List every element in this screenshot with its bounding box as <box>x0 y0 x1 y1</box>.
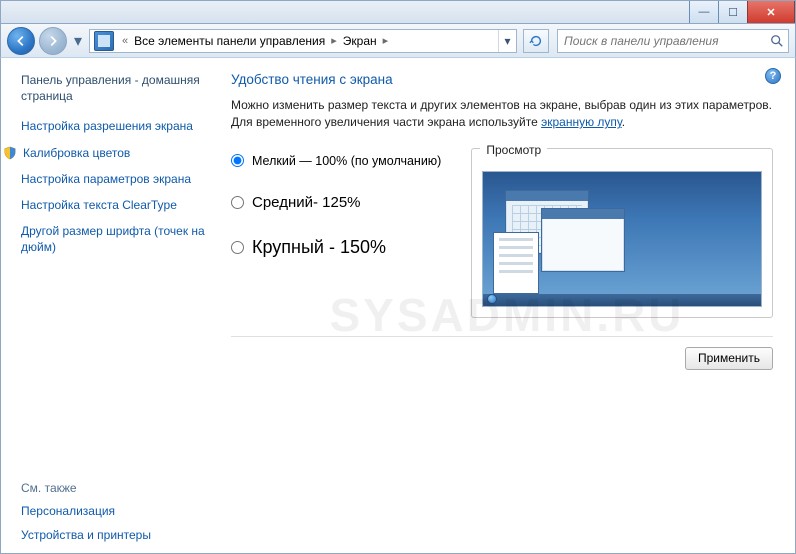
sidebar: Панель управления - домашняя страница На… <box>1 58 219 553</box>
maximize-icon: ☐ <box>728 6 738 19</box>
address-dropdown[interactable]: ▾ <box>498 30 516 52</box>
scale-options: Мелкий — 100% (по умолчанию) Средний- 125… <box>231 148 441 318</box>
forward-arrow-icon <box>46 34 60 48</box>
scale-option[interactable]: Средний- 125% <box>231 194 441 211</box>
see-also-heading: См. также <box>21 481 207 495</box>
scale-option[interactable]: Крупный - 150% <box>231 237 441 258</box>
preview-box: Просмотр <box>471 148 773 318</box>
page-title: Удобство чтения с экрана <box>231 72 773 87</box>
address-bar[interactable]: « Все элементы панели управления ▸ Экран… <box>89 29 517 53</box>
preview-image <box>482 171 762 307</box>
sidebar-link[interactable]: Настройка разрешения экрана <box>21 118 207 134</box>
help-button[interactable]: ? <box>765 68 781 84</box>
breadcrumb-current[interactable]: Экран <box>341 34 379 48</box>
see-also-link[interactable]: Устройства и принтеры <box>21 527 207 543</box>
maximize-button[interactable]: ☐ <box>718 1 748 23</box>
apply-button[interactable]: Применить <box>685 347 773 370</box>
magnifier-link[interactable]: экранную лупу <box>541 115 622 129</box>
preview-taskbar-icon <box>483 294 761 306</box>
close-icon: ✕ <box>766 6 775 19</box>
window-titlebar: — ☐ ✕ <box>0 0 796 23</box>
search-box[interactable] <box>557 29 789 53</box>
preview-doc-icon <box>493 232 539 294</box>
refresh-icon <box>529 34 543 48</box>
back-arrow-icon <box>14 34 28 48</box>
shield-icon <box>3 146 17 160</box>
navigation-bar: ▾ « Все элементы панели управления ▸ Экр… <box>0 23 796 58</box>
sidebar-link[interactable]: Другой размер шрифта (точек на дюйм) <box>21 223 207 255</box>
control-panel-icon <box>94 31 114 51</box>
scale-option-label: Мелкий — 100% (по умолчанию) <box>252 154 441 168</box>
breadcrumb-root[interactable]: Все элементы панели управления <box>132 34 327 48</box>
main-panel: ? Удобство чтения с экрана Можно изменит… <box>219 58 795 553</box>
sidebar-link[interactable]: Настройка параметров экрана <box>21 171 207 187</box>
minimize-icon: — <box>699 6 710 18</box>
minimize-button[interactable]: — <box>689 1 719 23</box>
chevron-right-icon: ▸ <box>327 34 341 47</box>
control-panel-home-link[interactable]: Панель управления - домашняя страница <box>21 72 207 104</box>
refresh-button[interactable] <box>523 29 549 53</box>
client-area: Панель управления - домашняя страница На… <box>0 58 796 554</box>
preview-window-icon <box>541 208 625 272</box>
see-also-link[interactable]: Персонализация <box>21 503 207 519</box>
scale-option[interactable]: Мелкий — 100% (по умолчанию) <box>231 154 441 168</box>
sidebar-link[interactable]: Настройка текста ClearType <box>21 197 207 213</box>
page-description: Можно изменить размер текста и других эл… <box>231 97 773 132</box>
search-icon[interactable] <box>766 34 788 48</box>
scale-radio[interactable] <box>231 241 244 254</box>
scale-option-label: Средний- 125% <box>252 194 361 211</box>
preview-label: Просмотр <box>480 143 547 157</box>
close-button[interactable]: ✕ <box>747 1 795 23</box>
search-input[interactable] <box>558 34 766 48</box>
back-button[interactable] <box>7 27 35 55</box>
sidebar-link[interactable]: Калибровка цветов <box>23 145 130 161</box>
scale-radio[interactable] <box>231 196 244 209</box>
chevron-right-icon: ▸ <box>379 34 393 47</box>
scale-option-label: Крупный - 150% <box>252 237 386 258</box>
scale-radio[interactable] <box>231 154 244 167</box>
nav-history-dropdown[interactable]: ▾ <box>71 31 85 51</box>
forward-button[interactable] <box>39 27 67 55</box>
breadcrumb-prefix: « <box>118 35 132 47</box>
